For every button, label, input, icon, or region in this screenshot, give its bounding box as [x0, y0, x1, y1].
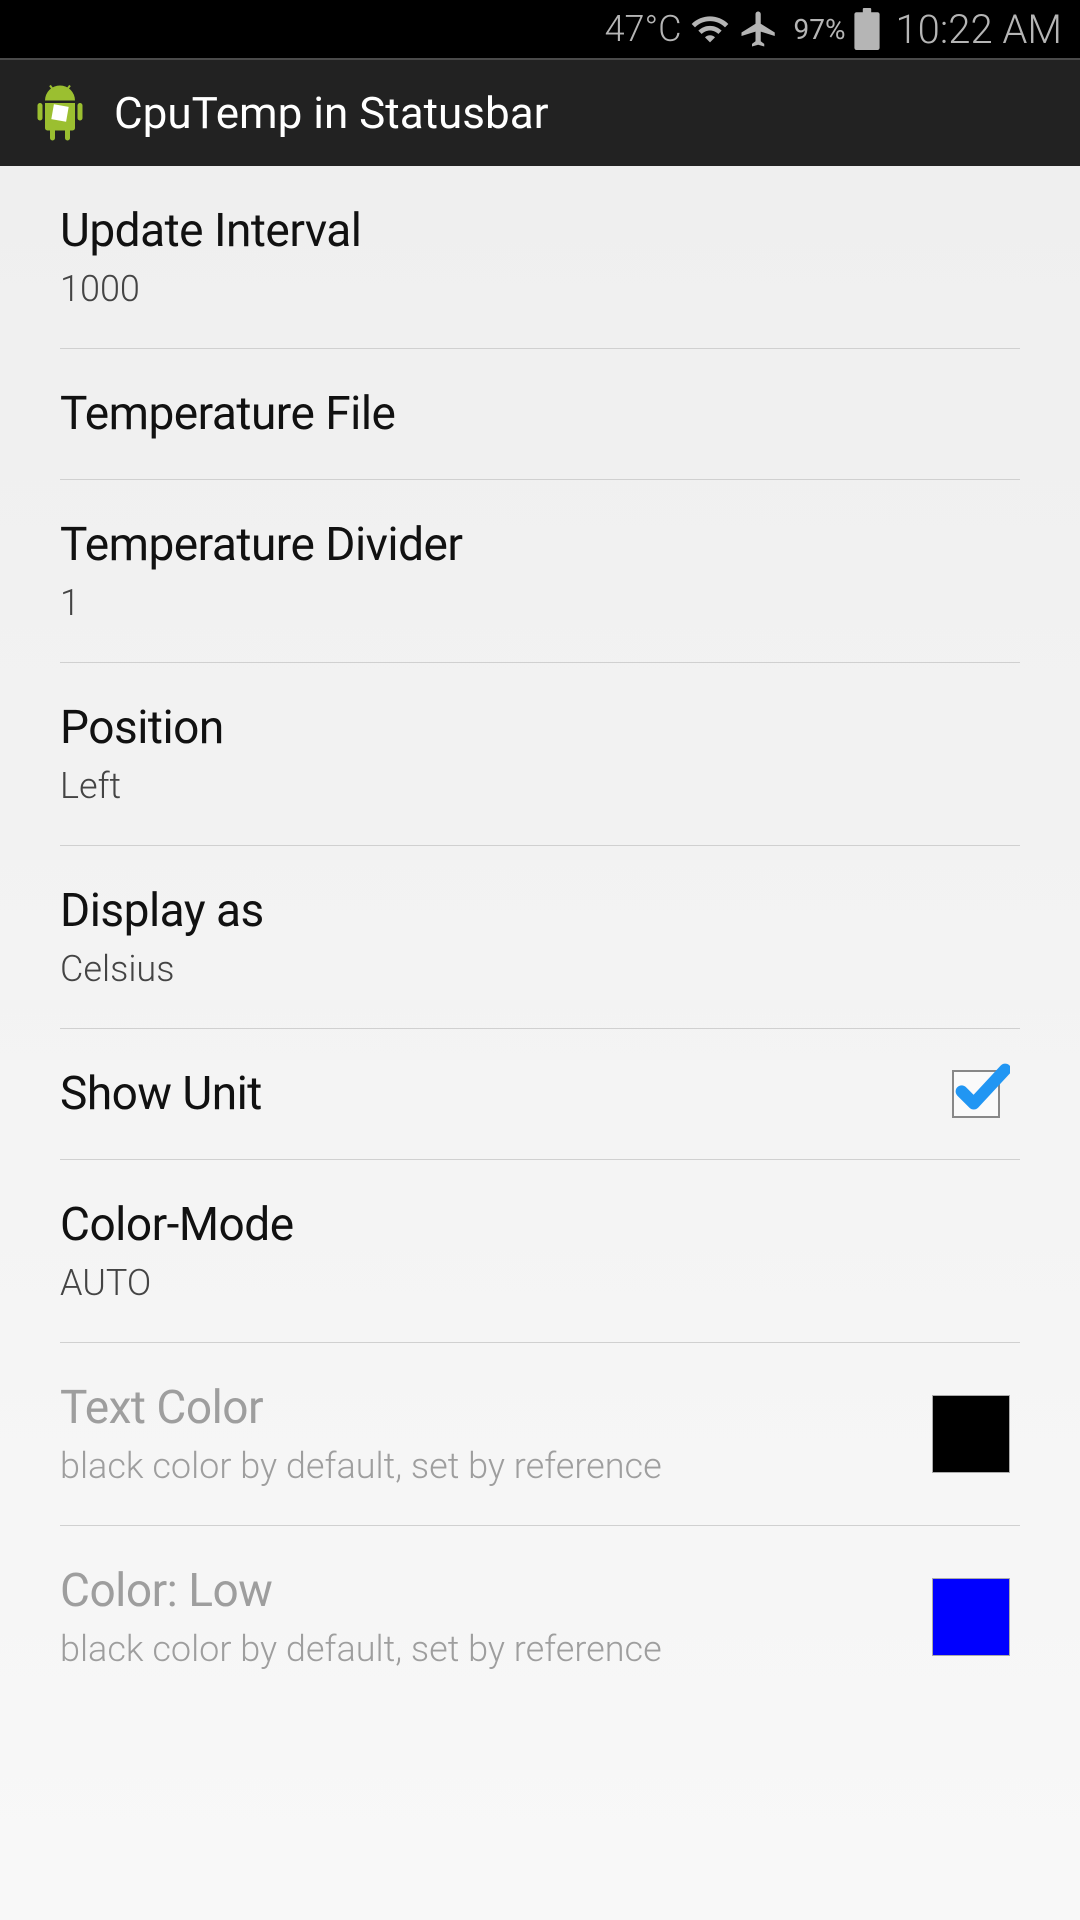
pref-summary: black color by default, set by reference	[60, 1628, 932, 1670]
pref-summary: AUTO	[60, 1262, 1020, 1304]
settings-list: Update Interval 1000 Temperature File Te…	[0, 166, 1080, 1680]
pref-text-color[interactable]: Text Color black color by default, set b…	[60, 1343, 1020, 1526]
pref-summary: 1000	[60, 268, 1020, 310]
pref-position[interactable]: Position Left	[60, 663, 1020, 846]
pref-color-low[interactable]: Color: Low black color by default, set b…	[60, 1526, 1020, 1680]
show-unit-checkbox[interactable]	[952, 1070, 1000, 1118]
text-color-swatch[interactable]	[932, 1395, 1010, 1473]
pref-color-mode[interactable]: Color-Mode AUTO	[60, 1160, 1020, 1343]
pref-show-unit[interactable]: Show Unit	[60, 1029, 1020, 1160]
pref-title: Temperature File	[60, 387, 1020, 441]
pref-summary: Left	[60, 765, 1020, 807]
app-icon	[30, 83, 90, 143]
statusbar-clock: 10:22 AM	[895, 6, 1062, 53]
app-action-bar: CpuTemp in Statusbar	[0, 58, 1080, 166]
statusbar-temperature: 47°C	[605, 8, 682, 50]
pref-title: Temperature Divider	[60, 518, 1020, 572]
pref-title: Text Color	[60, 1381, 932, 1435]
pref-summary: Celsius	[60, 948, 1020, 990]
app-title: CpuTemp in Statusbar	[114, 87, 549, 139]
pref-title: Show Unit	[60, 1067, 952, 1121]
pref-title: Position	[60, 701, 1020, 755]
airplane-mode-icon	[738, 8, 780, 50]
pref-summary: black color by default, set by reference	[60, 1445, 932, 1487]
wifi-icon	[690, 9, 730, 49]
pref-summary: 1	[60, 582, 1020, 624]
pref-update-interval[interactable]: Update Interval 1000	[60, 166, 1020, 349]
status-bar: 47°C 97% 10:22 AM	[0, 0, 1080, 58]
color-low-swatch[interactable]	[932, 1578, 1010, 1656]
pref-title: Color-Mode	[60, 1198, 1020, 1252]
statusbar-battery-percentage: 97%	[794, 13, 846, 46]
pref-display-as[interactable]: Display as Celsius	[60, 846, 1020, 1029]
pref-temperature-divider[interactable]: Temperature Divider 1	[60, 480, 1020, 663]
pref-temperature-file[interactable]: Temperature File	[60, 349, 1020, 480]
pref-title: Color: Low	[60, 1564, 932, 1618]
pref-title: Update Interval	[60, 204, 1020, 258]
pref-title: Display as	[60, 884, 1020, 938]
battery-icon	[853, 8, 881, 50]
